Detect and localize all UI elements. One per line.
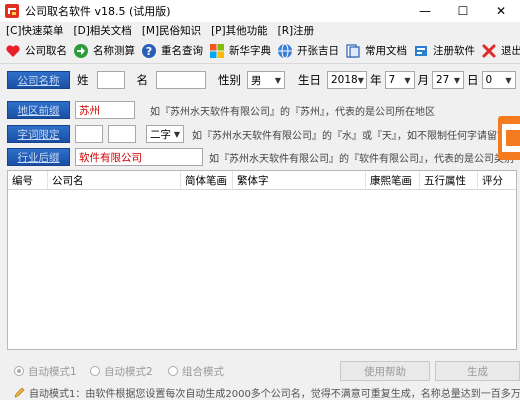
day-select[interactable]: 27 ▼ [432, 71, 464, 89]
char-row: 字词限定 二字 ▼ 如『苏州水天软件有限公司』的『水』或『天』，如不限制任何字请留… [0, 124, 520, 144]
gender-label: 性别 [218, 73, 241, 87]
region-row: 地区前缀 苏州 如『苏州水天软件有限公司』的『苏州』，代表的是公司所在地区 [0, 100, 520, 120]
arrow-right-icon [72, 42, 90, 60]
month-unit: 月 [417, 73, 430, 87]
company-name-button[interactable]: 公司名称 [7, 71, 70, 89]
company-naming-button[interactable]: 公司取名 [4, 42, 67, 60]
toolbar: 公司取名 名称测算 ? 重名查询 新华字典 开张吉日 常用文档 注册软件 退出 [0, 38, 520, 64]
radio-icon [168, 366, 178, 376]
exit-button[interactable]: 退出 [480, 42, 520, 60]
char-count-select[interactable]: 二字 ▼ [146, 125, 184, 143]
duplicate-query-button[interactable]: ? 重名查询 [140, 42, 203, 60]
status-text: 自动模式1：由软件根据您设置每次自动生成2000多个公司名，觉得不满意可重复生成… [29, 388, 520, 400]
chevron-down-icon: ▼ [505, 75, 512, 85]
generate-button[interactable]: 生成 [435, 361, 520, 381]
char-input-1[interactable] [75, 125, 103, 143]
globe-icon [276, 42, 294, 60]
radio-icon [90, 366, 100, 376]
name-evaluate-button[interactable]: 名称测算 [72, 42, 135, 60]
menu-quick[interactable]: [C]快速菜单 [6, 23, 64, 38]
year-select[interactable]: 2018 ▼ [327, 71, 367, 89]
chevron-down-icon: ▼ [173, 129, 180, 139]
region-prefix-button[interactable]: 地区前缀 [7, 101, 70, 119]
maximize-button[interactable]: ☐ [444, 0, 482, 22]
menu-docs[interactable]: [D]相关文档 [74, 23, 132, 38]
heart-icon [4, 42, 22, 60]
register-software-button[interactable]: 注册软件 [412, 42, 475, 60]
given-name-input[interactable] [156, 71, 206, 89]
industry-hint: 如『苏州水天软件有限公司』的『软件有限公司』，代表的是公司类别 [209, 153, 514, 165]
common-docs-button[interactable]: 常用文档 [344, 42, 407, 60]
char-constraint-button[interactable]: 字词限定 [7, 125, 70, 143]
close-x-icon [480, 42, 498, 60]
surname-label: 姓 [77, 73, 89, 87]
window-title: 公司取名软件 v18.5 (试用版) [25, 5, 171, 18]
industry-input[interactable]: 软件有限公司 [75, 148, 203, 166]
results-table[interactable]: 编号 公司名 简体笔画 繁体字 康熙笔画 五行属性 评分 [7, 170, 517, 350]
title-bar: 公司取名软件 v18.5 (试用版) — ☐ ✕ [0, 0, 520, 22]
char-hint: 如『苏州水天软件有限公司』的『水』或『天』，如不限制任何字请留空 [192, 130, 507, 142]
given-name-label: 名 [136, 73, 149, 87]
year-unit: 年 [370, 73, 382, 87]
dictionary-button[interactable]: 新华字典 [208, 42, 271, 60]
menu-register[interactable]: [R]注册 [278, 23, 315, 38]
menu-folk[interactable]: [M]民俗知识 [142, 23, 201, 38]
chevron-down-icon: ▼ [274, 75, 281, 85]
table-header: 编号 公司名 简体笔画 繁体字 康熙笔画 五行属性 评分 [8, 171, 516, 190]
chevron-down-icon: ▼ [357, 75, 364, 85]
col-traditional[interactable]: 繁体字 [233, 171, 366, 189]
chevron-down-icon: ▼ [453, 75, 460, 85]
question-icon: ? [140, 42, 158, 60]
chevron-down-icon: ▼ [404, 75, 411, 85]
col-kangxi-strokes[interactable]: 康熙笔画 [366, 171, 420, 189]
col-score[interactable]: 评分 [478, 171, 516, 189]
office-logo-icon [496, 114, 520, 162]
document-icon [344, 42, 362, 60]
auto-mode-2-radio[interactable]: 自动模式2 [90, 364, 153, 379]
svg-text:?: ? [146, 45, 152, 58]
region-hint: 如『苏州水天软件有限公司』的『苏州』，代表的是公司所在地区 [150, 106, 435, 118]
opening-date-button[interactable]: 开张吉日 [276, 42, 339, 60]
surname-input[interactable] [96, 71, 125, 89]
day-unit: 日 [467, 73, 479, 87]
name-row: 公司名称 姓 名 性别 男 ▼ 生日 2018 ▼ 年 7 ▼ 月 27 ▼ 日 0 ▼ [0, 70, 520, 90]
col-number[interactable]: 编号 [8, 171, 48, 189]
col-simplified-strokes[interactable]: 简体笔画 [181, 171, 233, 189]
gender-select[interactable]: 男 ▼ [247, 71, 285, 89]
region-input[interactable]: 苏州 [75, 101, 135, 119]
pencil-icon [14, 387, 25, 398]
bottom-controls: 自动模式1 自动模式2 组合模式 使用帮助 生成 [0, 360, 520, 382]
minimize-button[interactable]: — [406, 0, 444, 22]
close-button[interactable]: ✕ [482, 0, 520, 22]
industry-suffix-button[interactable]: 行业后缀 [7, 148, 70, 166]
auto-mode-1-radio[interactable]: 自动模式1 [14, 364, 77, 379]
col-five-elements[interactable]: 五行属性 [420, 171, 478, 189]
windows-logo-icon [208, 42, 226, 60]
register-icon [412, 42, 430, 60]
month-select[interactable]: 7 ▼ [384, 71, 415, 89]
industry-row: 行业后缀 软件有限公司 如『苏州水天软件有限公司』的『软件有限公司』，代表的是公… [0, 147, 520, 167]
menu-other[interactable]: [P]其他功能 [211, 23, 268, 38]
hour-select[interactable]: 0 ▼ [481, 71, 516, 89]
help-button[interactable]: 使用帮助 [340, 361, 430, 381]
radio-selected-icon [14, 366, 24, 376]
menu-bar: [C]快速菜单 [D]相关文档 [M]民俗知识 [P]其他功能 [R]注册 [0, 22, 520, 38]
char-input-2[interactable] [108, 125, 136, 143]
col-company-name[interactable]: 公司名 [48, 171, 181, 189]
app-logo-icon [5, 4, 19, 18]
birthday-label: 生日 [298, 73, 321, 87]
status-bar: 自动模式1：由软件根据您设置每次自动生成2000多个公司名，觉得不满意可重复生成… [0, 384, 520, 400]
combo-mode-radio[interactable]: 组合模式 [168, 364, 224, 379]
